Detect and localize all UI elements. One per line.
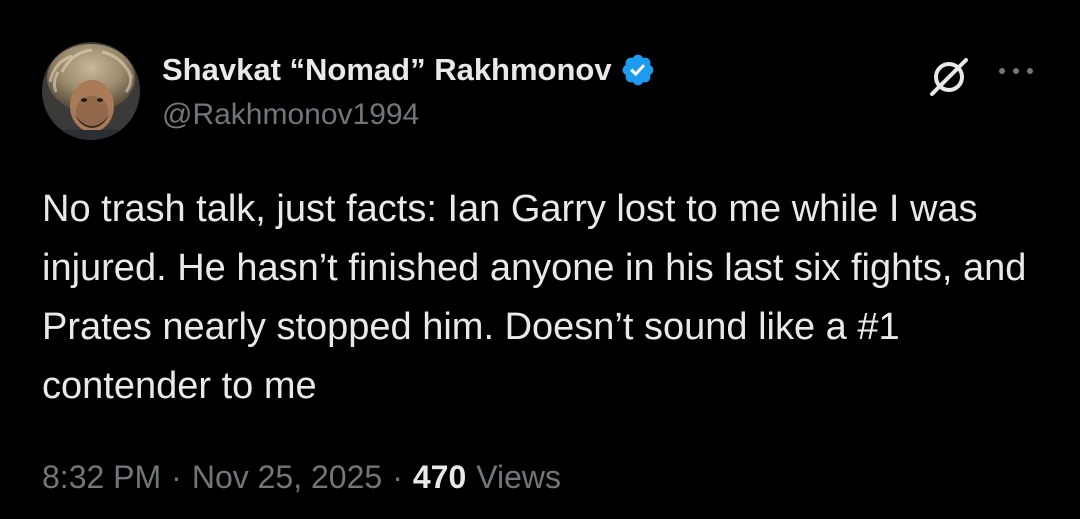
tweet-card: Shavkat “Nomad” Rakhmonov @Rakhmonov1994…: [0, 0, 1080, 519]
tweet-date[interactable]: Nov 25, 2025: [192, 459, 382, 496]
tweet-time[interactable]: 8:32 PM: [42, 459, 161, 496]
display-name[interactable]: Shavkat “Nomad” Rakhmonov: [162, 52, 612, 88]
meta-separator: ·: [392, 459, 403, 495]
more-horizontal-icon[interactable]: [994, 56, 1038, 86]
tweet-text: No trash talk, just facts: Ian Garry los…: [42, 188, 1037, 407]
verified-badge-icon[interactable]: [620, 52, 656, 88]
user-handle[interactable]: @Rakhmonov1994: [162, 98, 419, 132]
views-count[interactable]: 470: [413, 459, 466, 496]
meta-separator: ·: [171, 459, 182, 495]
grok-icon[interactable]: [924, 52, 974, 102]
avatar[interactable]: [42, 42, 140, 140]
author-name-row: Shavkat “Nomad” Rakhmonov: [162, 48, 656, 92]
tweet-metadata: 8:32 PM · Nov 25, 2025 · 470 Views: [42, 459, 561, 496]
views-label: Views: [476, 459, 562, 495]
